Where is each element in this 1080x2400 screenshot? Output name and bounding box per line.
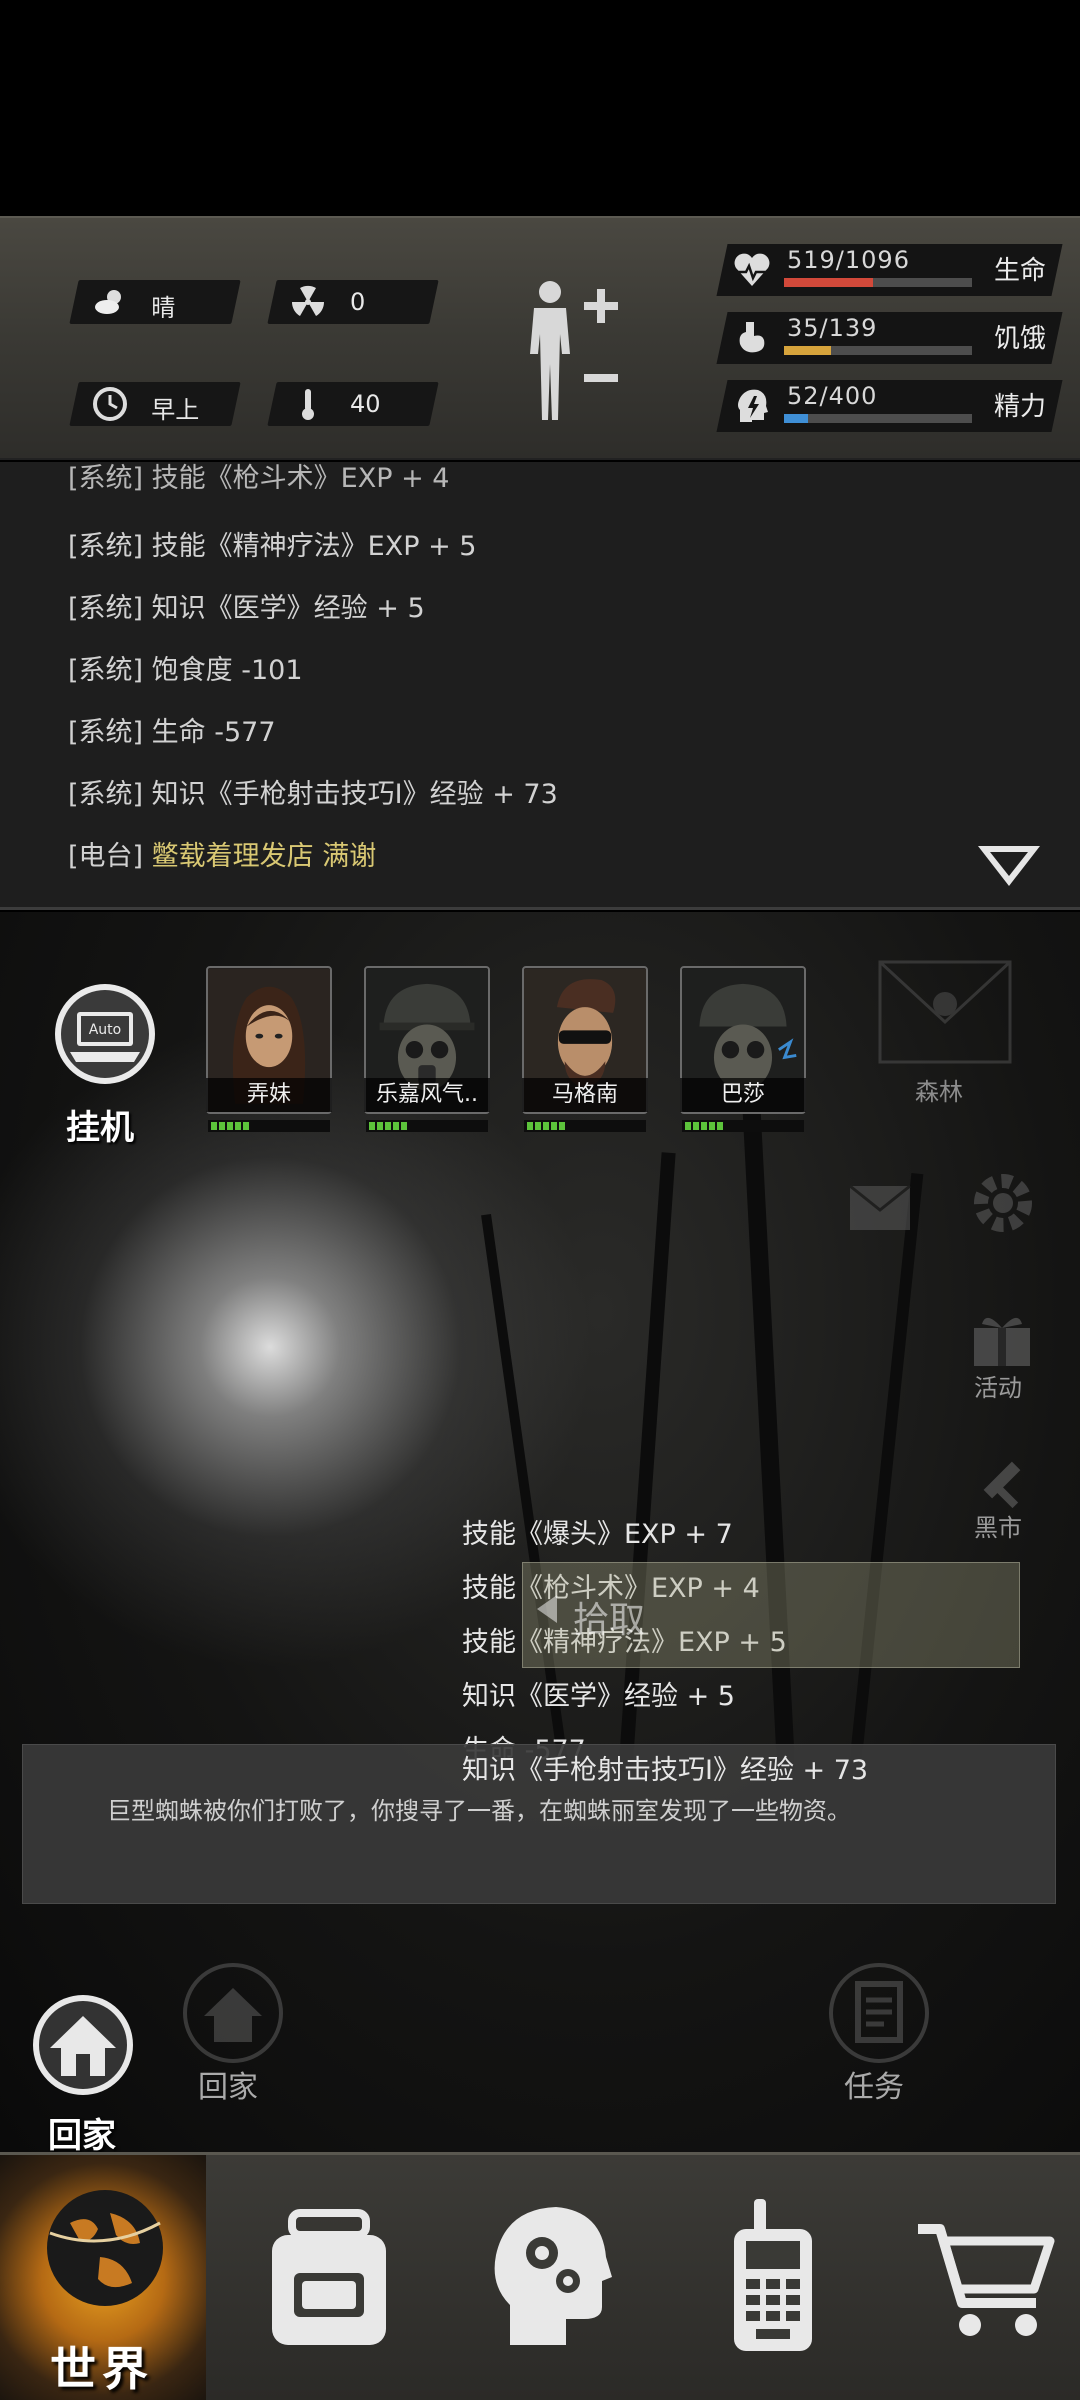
tree-silhouette — [742, 1111, 796, 1773]
log-line-radio: [电台] 鳖载着理发店 满谢 — [68, 841, 377, 872]
nav-inventory[interactable] — [224, 2155, 434, 2400]
home-ghost-label: 回家 — [198, 2070, 258, 2105]
radiation-stat: 0 — [267, 280, 439, 324]
shopping-cart-icon — [918, 2224, 1055, 2336]
log-line: [系统] 生命 -577 — [68, 717, 276, 748]
time-value: 早上 — [151, 396, 200, 424]
location-map-icon[interactable] — [870, 952, 1020, 1092]
member-name: 马格南 — [522, 1078, 648, 1112]
status-panel: 晴 0 早上 40 519/1096 生命 35/139 饥饿 52/400 精… — [0, 216, 1080, 460]
member-health-bar — [682, 1120, 804, 1132]
auto-label: 挂机 — [66, 1108, 134, 1148]
member-health-bar — [208, 1120, 330, 1132]
party-member[interactable]: 弄妹 — [206, 966, 332, 1138]
market-label: 黑市 — [974, 1514, 1022, 1542]
head-gears-icon — [494, 2207, 612, 2345]
hunger-vital: 35/139 饥饿 — [716, 312, 1063, 364]
clock-icon — [93, 387, 127, 421]
loot-line: 知识《医学》经验 + 5 — [462, 1681, 735, 1712]
nav-skills[interactable] — [446, 2155, 656, 2400]
nav-shop[interactable] — [880, 2155, 1080, 2400]
body-status-icon[interactable] — [520, 274, 630, 424]
log-line: [系统] 知识《手枪射击技巧Ⅰ》经验 + 73 — [68, 779, 558, 810]
member-health-bar — [366, 1120, 488, 1132]
left-arrow-icon — [537, 1595, 557, 1623]
auto-idle-button[interactable]: Auto 挂机 — [50, 982, 160, 1148]
party-member[interactable]: 巴莎 — [680, 966, 806, 1138]
event-message: 巨型蜘蛛被你们打败了，你搜寻了一番，在蜘蛛丽室发现了一些物资。 — [107, 1797, 851, 1825]
member-name: 弄妹 — [206, 1078, 332, 1112]
head-lightning-icon — [738, 389, 768, 422]
temperature-value: 40 — [350, 390, 381, 418]
loot-line: 知识《手枪射击技巧Ⅰ》经验 + 73 — [462, 1755, 869, 1786]
pickup-button[interactable]: 拾取 — [522, 1562, 1020, 1668]
task-ghost-label: 任务 — [844, 2070, 904, 2105]
gift-icon[interactable] — [970, 1308, 1034, 1368]
backpack-icon — [272, 2209, 386, 2345]
location-label: 森林 — [915, 1078, 963, 1106]
tree-silhouette — [848, 1173, 924, 1771]
auto-laptop-icon: Auto — [55, 984, 155, 1084]
stomach-icon — [739, 322, 765, 353]
svg-text:Auto: Auto — [89, 1022, 122, 1038]
radiation-icon — [291, 285, 325, 316]
weather-value: 晴 — [151, 294, 176, 322]
nav-world[interactable]: 世界 — [0, 2155, 206, 2400]
mail-icon[interactable] — [848, 1184, 912, 1232]
log-line: [系统] 知识《医学》经验 + 5 — [68, 593, 425, 624]
radiation-value: 0 — [350, 288, 366, 316]
task-icon[interactable] — [826, 1960, 932, 2066]
home-button[interactable]: 回家 — [28, 1990, 138, 2152]
home-icon[interactable] — [180, 1960, 286, 2066]
loot-line: 技能《爆头》EXP + 7 — [462, 1519, 733, 1550]
party-member[interactable]: 乐嘉风气.. — [364, 966, 490, 1138]
bottom-navigation: 世界 — [0, 2152, 1080, 2400]
pickup-label: 拾取 — [573, 1600, 646, 1641]
health-vital: 519/1096 生命 — [716, 244, 1063, 296]
cloud-sun-icon — [95, 290, 121, 314]
heart-icon — [734, 253, 770, 286]
auction-hammer-icon[interactable] — [974, 1450, 1034, 1510]
member-name: 巴莎 — [680, 1078, 806, 1112]
energy-vital: 52/400 精力 — [716, 380, 1063, 432]
weather-stat: 晴 — [69, 280, 241, 324]
nav-world-label: 世界 — [50, 2342, 154, 2396]
settings-gear-icon[interactable] — [968, 1168, 1038, 1238]
thermometer-icon — [302, 389, 314, 420]
member-health-bar — [524, 1120, 646, 1132]
expand-chevron-icon[interactable] — [974, 842, 1044, 890]
home-icon — [33, 1995, 133, 2095]
log-line: [系统] 技能《精神疗法》EXP + 5 — [68, 531, 477, 562]
temperature-stat: 40 — [267, 382, 439, 426]
log-line: [系统] 饱食度 -101 — [68, 655, 303, 686]
walkie-talkie-icon — [734, 2199, 812, 2351]
globe-icon — [47, 2190, 163, 2306]
home-label: 回家 — [48, 2116, 116, 2152]
log-panel[interactable]: [系统] 技能《枪斗术》EXP + 4 [系统] 技能《精神疗法》EXP + 5… — [0, 462, 1080, 910]
log-line-partial: [系统] 技能《枪斗术》EXP + 4 — [68, 463, 450, 494]
game-scene: Auto 挂机 弄妹 乐嘉风气.. 马格南 巴莎 森林 活动 黑市 技能《爆头》… — [0, 912, 1080, 2152]
events-label: 活动 — [974, 1374, 1022, 1402]
nav-radio[interactable] — [668, 2155, 878, 2400]
time-stat: 早上 — [69, 382, 241, 426]
party-member[interactable]: 马格南 — [522, 966, 648, 1138]
member-name: 乐嘉风气.. — [364, 1078, 490, 1112]
